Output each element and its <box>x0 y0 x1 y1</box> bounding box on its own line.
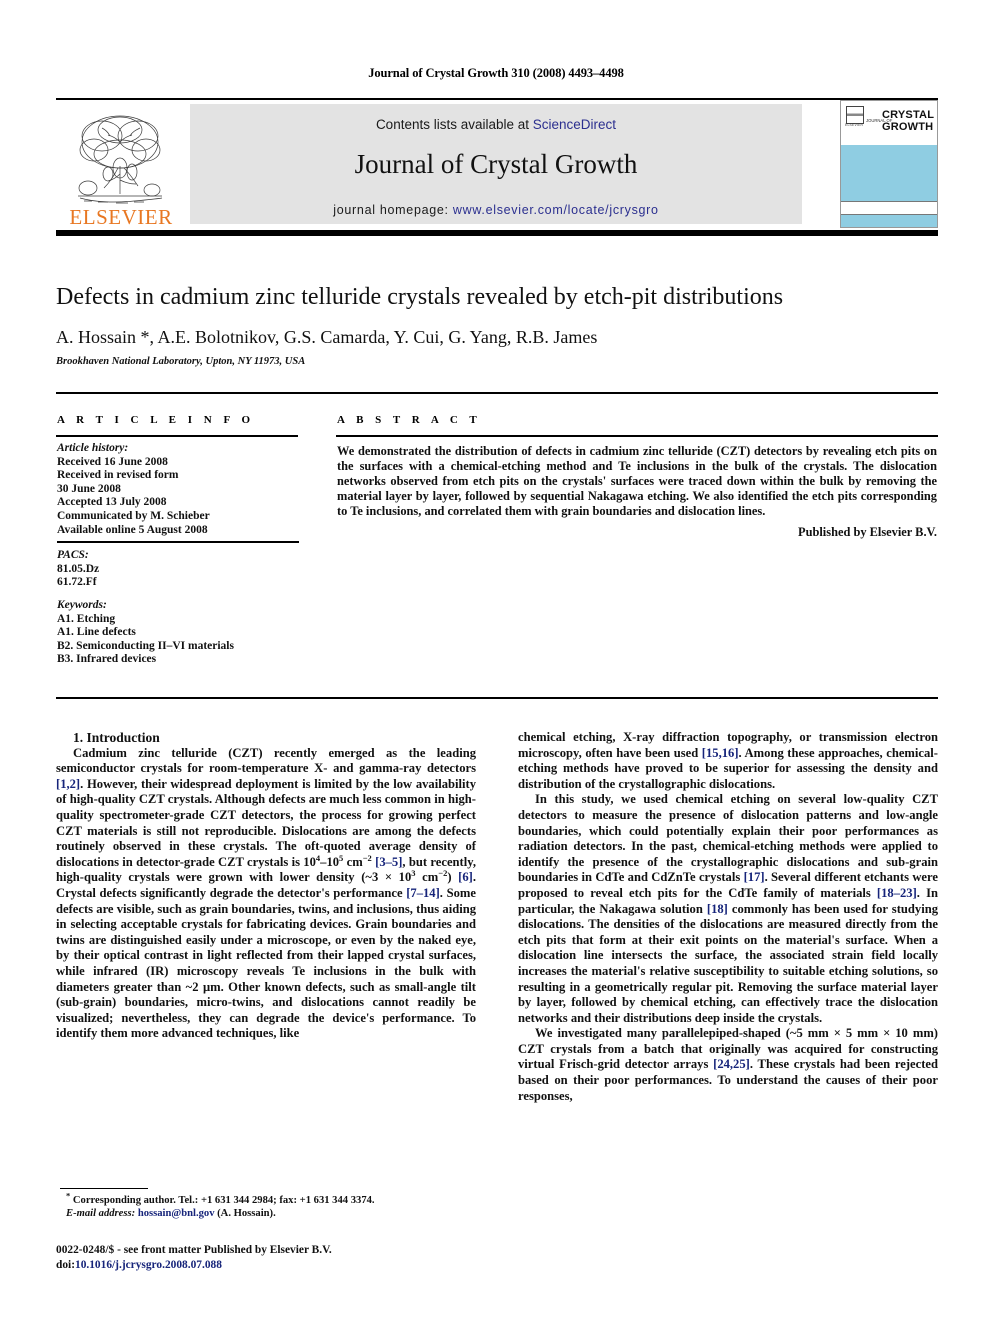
doi-line: doi:10.1016/j.jcrysgro.2008.07.088 <box>56 1258 486 1273</box>
corresponding-author-note: * Corresponding author. Tel.: +1 631 344… <box>60 1191 480 1207</box>
keyword-item: B3. Infrared devices <box>57 653 157 666</box>
keyword-item: A1. Line defects <box>57 626 136 639</box>
elsevier-logo: ELSEVIER <box>60 104 180 230</box>
citation-ref[interactable]: [17] <box>744 870 765 884</box>
article-info-heading: A R T I C L E I N F O <box>57 414 255 426</box>
author-list: A. Hossain *, A.E. Bolotnikov, G.S. Cama… <box>56 327 598 347</box>
journal-homepage-line: journal homepage: www.elsevier.com/locat… <box>190 203 802 217</box>
doi-label: doi: <box>56 1258 75 1271</box>
info-block-top-rule <box>56 392 938 394</box>
text-run: cm <box>343 854 363 869</box>
email-link[interactable]: hossain@bnl.gov <box>138 1208 215 1219</box>
sciencedirect-link[interactable]: ScienceDirect <box>533 117 616 132</box>
article-history-label: Article history: <box>57 442 129 454</box>
email-label: E-mail address: <box>66 1208 136 1220</box>
pacs-label: PACS: <box>57 549 89 562</box>
section-heading-introduction: 1. Introduction <box>73 730 160 745</box>
keywords-label: Keywords: <box>57 598 107 611</box>
keyword-item: A1. Etching <box>57 612 116 625</box>
article-history-divider <box>57 541 299 544</box>
citation-ref[interactable]: [7–14] <box>406 886 440 900</box>
paragraph: In this study, we used chemical etching … <box>518 792 938 1026</box>
masthead-bottom-rule <box>56 230 938 236</box>
cover-title-line2: GROWTH <box>882 120 934 133</box>
imprint-block: 0022-0248/$ - see front matter Published… <box>56 1243 486 1272</box>
homepage-prefix: journal homepage: <box>333 203 453 217</box>
citation-ref[interactable]: [6] <box>458 870 473 884</box>
text-run: –10 <box>320 854 340 869</box>
contents-available-line: Contents lists available at ScienceDirec… <box>190 117 802 132</box>
abstract-heading: A B S T R A C T <box>337 414 482 426</box>
article-info-rule <box>56 435 298 437</box>
citation-ref[interactable]: [3–5] <box>375 855 402 869</box>
elsevier-tree-icon <box>78 115 163 204</box>
cover-mini-caption: ELSEVIER <box>845 123 864 127</box>
pacs-item: 81.05.Dz <box>57 562 100 575</box>
email-note: E-mail address: hossain@bnl.gov (A. Hoss… <box>60 1207 480 1220</box>
citation-ref[interactable]: [24,25] <box>713 1057 750 1071</box>
body-column-left: 1. Introduction Cadmium zinc telluride (… <box>56 730 476 1042</box>
history-item: Accepted 13 July 2008 <box>57 496 167 509</box>
paper-page: Journal of Crystal Growth 310 (2008) 449… <box>0 0 992 1323</box>
cover-white-strip <box>841 201 937 215</box>
abstract-rule <box>336 435 938 437</box>
history-item: Available online 5 August 2008 <box>57 523 208 536</box>
cover-publisher-mark-icon <box>846 106 864 124</box>
text-run: ) <box>447 870 459 885</box>
cover-image-band <box>841 145 937 201</box>
superscript: −2 <box>438 868 448 879</box>
citation-ref[interactable]: [18] <box>707 902 728 916</box>
page-title: Defects in cadmium zinc telluride crysta… <box>56 284 784 310</box>
history-item: 30 June 2008 <box>57 482 121 495</box>
article-info-column: Article history: Received 16 June 2008 R… <box>57 442 307 667</box>
paragraph: We investigated many parallelepiped-shap… <box>518 1026 938 1104</box>
elsevier-wordmark: ELSEVIER <box>69 205 173 229</box>
history-item: Communicated by M. Schieber <box>57 509 210 522</box>
pacs-keywords-spacer <box>57 590 307 599</box>
journal-cover-thumbnail[interactable]: ELSEVIER JOURNAL OF CRYSTAL GROWTH <box>840 100 938 228</box>
cover-title-line1: CRYSTAL <box>882 109 935 121</box>
citation-ref[interactable]: [15,16] <box>702 746 739 760</box>
superscript: −2 <box>362 852 372 863</box>
footnote-rule <box>60 1188 148 1189</box>
paragraph: chemical etching, X-ray diffraction topo… <box>518 730 938 792</box>
paragraph: Cadmium zinc telluride (CZT) recently em… <box>56 746 476 1042</box>
footnote-block: * Corresponding author. Tel.: +1 631 344… <box>60 1191 480 1221</box>
running-head: Journal of Crystal Growth 310 (2008) 449… <box>368 66 624 80</box>
affiliation: Brookhaven National Laboratory, Upton, N… <box>56 356 306 367</box>
abstract-body: We demonstrated the distribution of defe… <box>337 444 937 519</box>
text-run: Cadmium zinc telluride (CZT) recently em… <box>56 745 476 776</box>
history-item: Received 16 June 2008 <box>57 455 168 468</box>
journal-homepage-link[interactable]: www.elsevier.com/locate/jcrysgro <box>453 203 659 217</box>
journal-band: Contents lists available at ScienceDirec… <box>190 104 802 224</box>
masthead-top-rule <box>56 98 938 100</box>
info-block-bottom-rule <box>56 697 938 699</box>
citation-ref[interactable]: [18–23] <box>877 886 917 900</box>
citation-ref[interactable]: [1,2] <box>56 777 80 791</box>
pacs-item: 61.72.Ff <box>57 576 97 589</box>
abstract-column: We demonstrated the distribution of defe… <box>337 444 937 541</box>
text-run: cm <box>415 870 439 885</box>
body-column-right: chemical etching, X-ray diffraction topo… <box>518 730 938 1104</box>
text-run: commonly has been used for studying disl… <box>518 901 938 1025</box>
journal-title: Journal of Crystal Growth <box>354 149 638 179</box>
doi-link[interactable]: 10.1016/j.jcrysgro.2008.07.088 <box>75 1259 222 1271</box>
keyword-item: B2. Semiconducting II–VI materials <box>57 639 234 652</box>
cover-title: CRYSTAL GROWTH <box>882 109 935 133</box>
cover-header-area: ELSEVIER JOURNAL OF CRYSTAL GROWTH <box>841 101 937 145</box>
journal-masthead: ELSEVIER Contents lists available at Sci… <box>56 98 938 236</box>
abstract-publisher-note: Published by Elsevier B.V. <box>798 525 937 540</box>
text-run: Corresponding author. Tel.: +1 631 344 2… <box>70 1195 375 1206</box>
email-owner: (A. Hossain). <box>217 1208 276 1220</box>
text-run: . Some defects are visible, such as grai… <box>56 885 476 1041</box>
issn-front-matter: 0022-0248/$ - see front matter Published… <box>56 1244 332 1256</box>
cover-bottom-band <box>841 215 937 227</box>
history-item: Received in revised form <box>57 469 179 482</box>
contents-prefix: Contents lists available at <box>375 117 533 132</box>
